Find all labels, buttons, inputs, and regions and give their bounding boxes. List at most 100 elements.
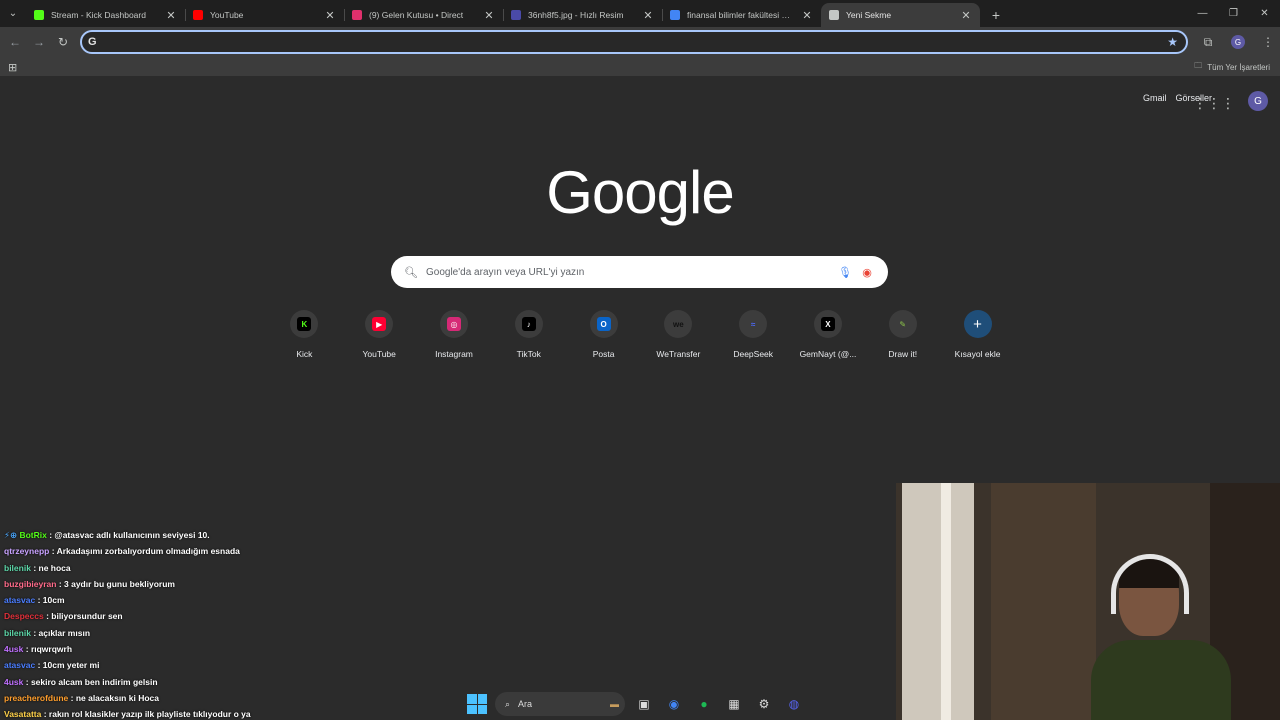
chat-text: : 3 aydır bu gunu bekliyorum	[58, 578, 175, 589]
back-button[interactable]: ←	[3, 30, 27, 54]
discord-icon[interactable]: ◍	[783, 693, 805, 715]
tab-title: Yeni Sekme	[846, 10, 892, 20]
search-box[interactable]: 🔍︎ 🎙︎ ◉	[391, 256, 888, 288]
chat-message: 4usk : sekiro alcam ben indirim gelsin	[4, 674, 424, 690]
tab[interactable]: (9) Gelen Kutusu • Direct ✕	[344, 3, 503, 27]
minimize-button[interactable]: —	[1187, 0, 1218, 27]
tab[interactable]: 36nh8f5.jpg - Hızlı Resim ✕	[503, 3, 662, 27]
chat-username: 4usk	[4, 676, 24, 687]
chat-username: qtrzeynepp	[4, 546, 50, 557]
taskbar-search[interactable]: ⌕ Ara ▬	[495, 692, 625, 716]
browser-toolbar: ← → ↻ G ★ ⧉ G ⋮	[0, 27, 1280, 57]
chat-text: : biliyorsundur sen	[46, 611, 123, 622]
bookmark-star-icon[interactable]: ★	[1167, 35, 1178, 49]
all-bookmarks-button[interactable]: 🗀 Tüm Yer İşaretleri	[1194, 60, 1270, 74]
apps-grid-icon[interactable]: ⊞	[8, 61, 17, 74]
address-bar[interactable]: G ★	[80, 30, 1188, 54]
folder-icon: 🗀	[1194, 61, 1203, 70]
shortcut-tile[interactable]: K Kick	[267, 310, 342, 359]
tab[interactable]: YouTube ✕	[185, 3, 344, 27]
chat-message: ⚡⊕ BotRix : @atasvac adlı kullanıcının s…	[4, 527, 424, 543]
close-tab-icon[interactable]: ✕	[960, 9, 972, 22]
shortcut-glyph: ♪	[521, 317, 536, 331]
microphone-icon[interactable]: 🎙︎	[834, 266, 856, 279]
close-tab-icon[interactable]: ✕	[324, 9, 336, 22]
google-icon	[670, 10, 680, 20]
spotify-icon[interactable]: ●	[693, 693, 715, 715]
search-input[interactable]	[426, 266, 834, 278]
new-tab-button[interactable]: +	[984, 3, 1008, 27]
add-shortcut-button[interactable]: + Kısayol ekle	[940, 310, 1015, 359]
shortcut-label: DeepSeek	[733, 349, 774, 359]
shortcut-glyph: O	[596, 317, 611, 331]
chrome-taskbar-icon[interactable]: ◉	[663, 693, 685, 715]
address-input[interactable]	[100, 35, 1168, 49]
account-avatar[interactable]: G	[1248, 91, 1268, 111]
shortcut-glyph: K	[297, 317, 312, 331]
shortcut-icon: X	[813, 310, 842, 338]
tab-search-button[interactable]: ⌄	[0, 0, 26, 27]
chat-text: : 10cm yeter mi	[37, 660, 100, 671]
gmail-link[interactable]: Gmail	[1143, 93, 1167, 103]
shortcut-tile[interactable]: X GemNayt (@...	[791, 310, 866, 359]
bookmarks-bar: ⊞ 🗀 Tüm Yer İşaretleri	[0, 57, 1280, 77]
taskbar: ⌕ Ara ▬ ▣ ◉ ● ▦ ⚙ ◍	[0, 689, 896, 720]
bot-badge-icon: ⚡⊕	[4, 530, 20, 540]
google-apps-icon[interactable]: ⋮⋮⋮	[1193, 95, 1235, 112]
shortcut-tile[interactable]: O Posta	[566, 310, 641, 359]
shortcut-glyph: ◎	[446, 317, 461, 331]
shortcut-tile[interactable]: ▶ YouTube	[342, 310, 417, 359]
tab[interactable]: Yeni Sekme ✕	[821, 3, 980, 27]
shortcut-label: Instagram	[435, 349, 473, 359]
extensions-button[interactable]: ⧉	[1196, 30, 1220, 54]
shortcut-label: WeTransfer	[656, 349, 701, 359]
arrow-left-icon: ←	[9, 35, 21, 49]
close-tab-icon[interactable]: ✕	[801, 9, 813, 22]
shortcut-tile[interactable]: ◎ Instagram	[417, 310, 492, 359]
close-tab-icon[interactable]: ✕	[483, 9, 495, 22]
taskbar-search-label: Ara	[518, 699, 533, 709]
shortcut-label: Kick	[296, 349, 313, 359]
webcam-overlay	[896, 483, 1280, 720]
shortcut-icon: O	[589, 310, 618, 338]
profile-button[interactable]: G	[1226, 30, 1250, 54]
settings-icon[interactable]: ⚙	[753, 693, 775, 715]
shortcut-tile[interactable]: ✎ Draw it!	[865, 310, 940, 359]
menu-button[interactable]: ⋮	[1256, 30, 1280, 54]
google-icon: G	[88, 36, 97, 48]
chat-text: : Arkadaşımı zorbalıyordum olmadığım esn…	[51, 546, 240, 557]
close-tab-icon[interactable]: ✕	[642, 9, 654, 22]
google-lens-icon[interactable]: ◉	[856, 266, 878, 279]
chat-text: : açıklar mısın	[33, 627, 91, 638]
plus-icon: +	[963, 310, 992, 338]
tab[interactable]: Stream - Kick Dashboard ✕	[26, 3, 185, 27]
shortcut-tile[interactable]: we WeTransfer	[641, 310, 716, 359]
windows-start-icon[interactable]	[467, 694, 487, 714]
shortcut-icon: ✎	[888, 310, 917, 338]
tab[interactable]: finansal bilimler fakültesi hbv - ✕	[662, 3, 821, 27]
shortcut-tile[interactable]: ♪ TikTok	[491, 310, 566, 359]
tab-title: 36nh8f5.jpg - Hızlı Resim	[528, 10, 624, 20]
chat-text: : ne hoca	[33, 562, 71, 573]
plus-icon: +	[991, 7, 1001, 23]
chat-text: : 10cm	[37, 595, 65, 606]
chat-username: 4usk	[4, 644, 24, 655]
task-view-icon[interactable]: ▣	[633, 693, 655, 715]
restore-button[interactable]: ❐	[1218, 0, 1249, 27]
shortcut-icon: we	[664, 310, 693, 338]
shortcut-glyph: ✎	[895, 317, 910, 331]
tab-title: finansal bilimler fakültesi hbv -	[687, 10, 794, 20]
search-icon: 🔍︎	[404, 266, 418, 279]
google-logo: Google	[546, 159, 734, 226]
shortcut-label: GemNayt (@...	[799, 349, 857, 359]
shortcut-label: TikTok	[516, 349, 541, 359]
store-icon[interactable]: ▦	[723, 693, 745, 715]
chat-message: bilenik : ne hoca	[4, 560, 424, 576]
chat-username: buzgibieyran	[4, 578, 57, 589]
close-tab-icon[interactable]: ✕	[165, 9, 177, 22]
reload-button[interactable]: ↻	[51, 30, 75, 54]
arrow-right-icon: →	[33, 35, 45, 49]
shortcut-tile[interactable]: ≈ DeepSeek	[716, 310, 791, 359]
forward-button[interactable]: →	[27, 30, 51, 54]
close-window-button[interactable]: ✕	[1249, 0, 1280, 27]
